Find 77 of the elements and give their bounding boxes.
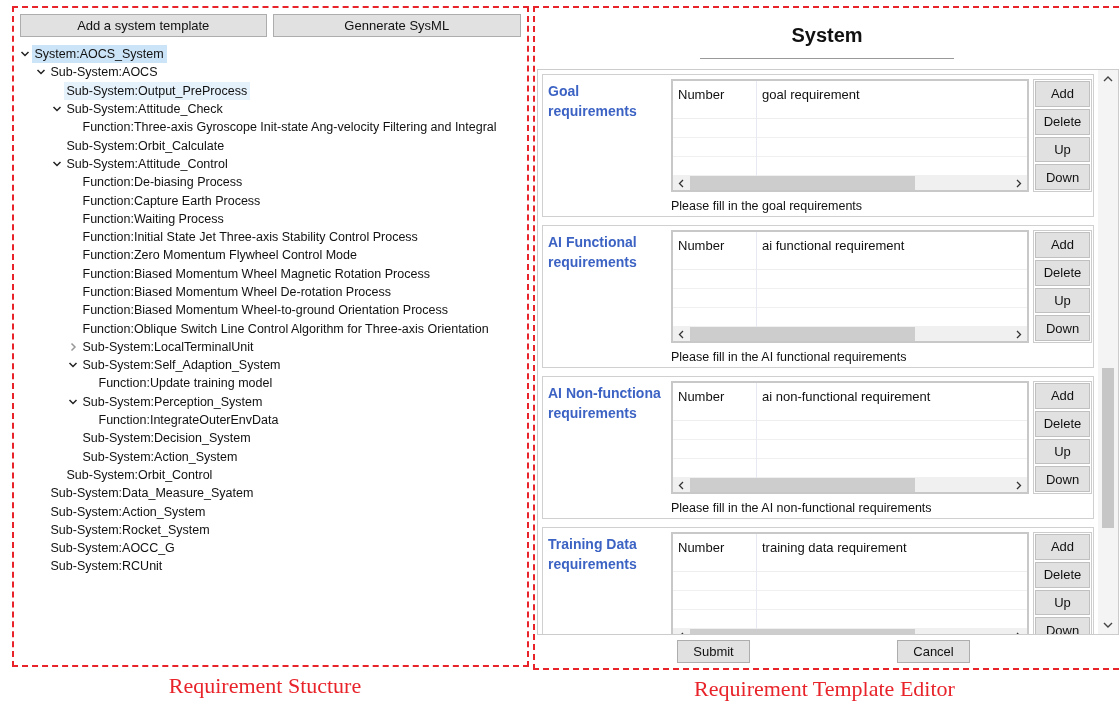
table-action-button[interactable]: Delete bbox=[1035, 561, 1090, 588]
tree-item[interactable]: Sub-System:Action_System bbox=[47, 502, 209, 521]
table-action-button[interactable]: Delete bbox=[1035, 259, 1090, 286]
figure-caption: Requirement Stucture bbox=[168, 673, 362, 698]
tree-item[interactable]: Function:De-biasing Process bbox=[79, 173, 246, 192]
tree-item[interactable]: Function:Capture Earth Process bbox=[79, 191, 264, 210]
tree-item[interactable]: Sub-System:Self_Adaption_System bbox=[79, 356, 284, 375]
section-label: AI Non-functiona requirements bbox=[548, 384, 662, 424]
column-header[interactable]: Number bbox=[678, 540, 725, 556]
tree-item[interactable]: Sub-System:AOCC_G bbox=[47, 539, 178, 558]
tree-item[interactable]: Sub-System:Perception_System bbox=[79, 392, 266, 411]
tree-item[interactable]: Function:Waiting Process bbox=[79, 209, 227, 228]
section-label: AI Functional requirements bbox=[548, 233, 638, 273]
horizontal-scrollbar[interactable] bbox=[673, 478, 1027, 493]
horizontal-scrollbar[interactable] bbox=[673, 176, 1027, 191]
table-action-button[interactable]: Down bbox=[1035, 315, 1090, 342]
tree-item[interactable]: Sub-System:Action_System bbox=[79, 447, 241, 466]
table-action-button[interactable]: Add bbox=[1035, 383, 1090, 409]
table-action-button[interactable]: Down bbox=[1035, 466, 1090, 493]
tree-item[interactable]: Function:Biased Momentum Wheel Magnetic Rotation Process bbox=[79, 264, 433, 283]
column-header[interactable]: training data requirement bbox=[762, 540, 907, 556]
tree-item[interactable]: Sub-System:LocalTerminalUnit bbox=[79, 337, 257, 356]
tree-item[interactable]: Sub-System:Attitude_Control bbox=[63, 154, 231, 173]
toolbar-button[interactable]: Gennerate SysML bbox=[273, 14, 521, 37]
table-action-button[interactable]: Up bbox=[1035, 287, 1090, 314]
table-action-button[interactable]: Add bbox=[1035, 232, 1090, 258]
tree-item[interactable]: Sub-System:AOCS bbox=[47, 63, 161, 82]
table-action-button[interactable]: Down bbox=[1035, 617, 1090, 635]
tree-item[interactable]: Function:Initial State Jet Three-axis Stability Control Process bbox=[79, 228, 421, 247]
table-action-button[interactable]: Delete bbox=[1035, 410, 1090, 437]
tree-item[interactable]: Function:Zero Momentum Flywheel Control Mode bbox=[79, 246, 360, 265]
scroll-thumb[interactable] bbox=[690, 176, 915, 191]
table-action-button[interactable]: Add bbox=[1035, 81, 1090, 107]
horizontal-scrollbar[interactable] bbox=[673, 327, 1027, 342]
tree-item[interactable]: Sub-System:Rocket_System bbox=[47, 520, 213, 539]
scroll-thumb[interactable] bbox=[1102, 368, 1114, 529]
column-header[interactable]: ai functional requirement bbox=[762, 238, 905, 254]
figure-caption: Requirement Template Editor bbox=[694, 676, 955, 701]
table-action-button[interactable]: Up bbox=[1035, 438, 1090, 465]
table-action-button[interactable]: Down bbox=[1035, 164, 1090, 191]
tree-item[interactable]: Sub-System:Output_PreProcess bbox=[63, 81, 251, 100]
section-label: Training Data requirements bbox=[548, 535, 638, 575]
dialog-button[interactable]: Submit bbox=[677, 640, 750, 664]
tree-item[interactable]: Function:Three-axis Gyroscope Init-state Ang-velocity Filtering and Integral bbox=[79, 118, 500, 137]
tree-item[interactable]: System:AOCS_System bbox=[31, 45, 167, 64]
hint-text: Please fill in the AI functional requirements bbox=[671, 349, 908, 367]
tree-item[interactable]: Sub-System:Decision_System bbox=[79, 429, 254, 448]
hint-text: Please fill in the AI non-functional requirements bbox=[671, 500, 933, 518]
scroll-down-icon[interactable] bbox=[1103, 622, 1113, 629]
vertical-scrollbar[interactable] bbox=[1098, 70, 1118, 635]
table-action-button[interactable]: Up bbox=[1035, 136, 1090, 163]
table-action-button[interactable]: Add bbox=[1035, 534, 1090, 560]
tree-item[interactable]: Sub-System:Data_Measure_Syatem bbox=[47, 484, 257, 503]
tree-item[interactable]: Sub-System:Attitude_Check bbox=[63, 100, 226, 119]
column-header[interactable]: ai non-functional requirement bbox=[762, 389, 931, 405]
scroll-thumb[interactable] bbox=[690, 478, 915, 493]
tree-item[interactable]: Function:Biased Momentum Wheel-to-ground Orientation Process bbox=[79, 301, 451, 320]
column-header[interactable]: Number bbox=[678, 238, 725, 254]
column-header[interactable]: Number bbox=[678, 87, 725, 103]
tree-item[interactable]: Function:Oblique Switch Line Control Algorithm for Three-axis Orientation bbox=[79, 319, 492, 338]
tree-item[interactable]: Function:Update training model bbox=[95, 374, 276, 393]
toolbar-button[interactable]: Add a system template bbox=[19, 14, 267, 37]
scroll-up-icon[interactable] bbox=[1103, 76, 1113, 83]
column-header[interactable]: Number bbox=[678, 389, 725, 405]
hint-text: Please fill in the goal requirements bbox=[671, 198, 864, 216]
tree-item[interactable]: Sub-System:Orbit_Calculate bbox=[63, 136, 228, 155]
column-header[interactable]: goal requirement bbox=[762, 87, 860, 103]
section-label: Goal requirements bbox=[548, 82, 638, 122]
tree-item[interactable]: Sub-System:Orbit_Control bbox=[63, 465, 216, 484]
tree-item[interactable]: Sub-System:RCUnit bbox=[47, 557, 166, 576]
table-action-button[interactable]: Delete bbox=[1035, 108, 1090, 135]
dialog-button[interactable]: Cancel bbox=[897, 640, 970, 664]
table-action-button[interactable]: Up bbox=[1035, 589, 1090, 616]
editor-title: System bbox=[791, 23, 863, 48]
tree-item[interactable]: Function:Biased Momentum Wheel De-rotation Process bbox=[79, 283, 394, 301]
scroll-thumb[interactable] bbox=[690, 327, 915, 342]
tree-item[interactable]: Function:IntegrateOuterEnvData bbox=[95, 411, 282, 430]
